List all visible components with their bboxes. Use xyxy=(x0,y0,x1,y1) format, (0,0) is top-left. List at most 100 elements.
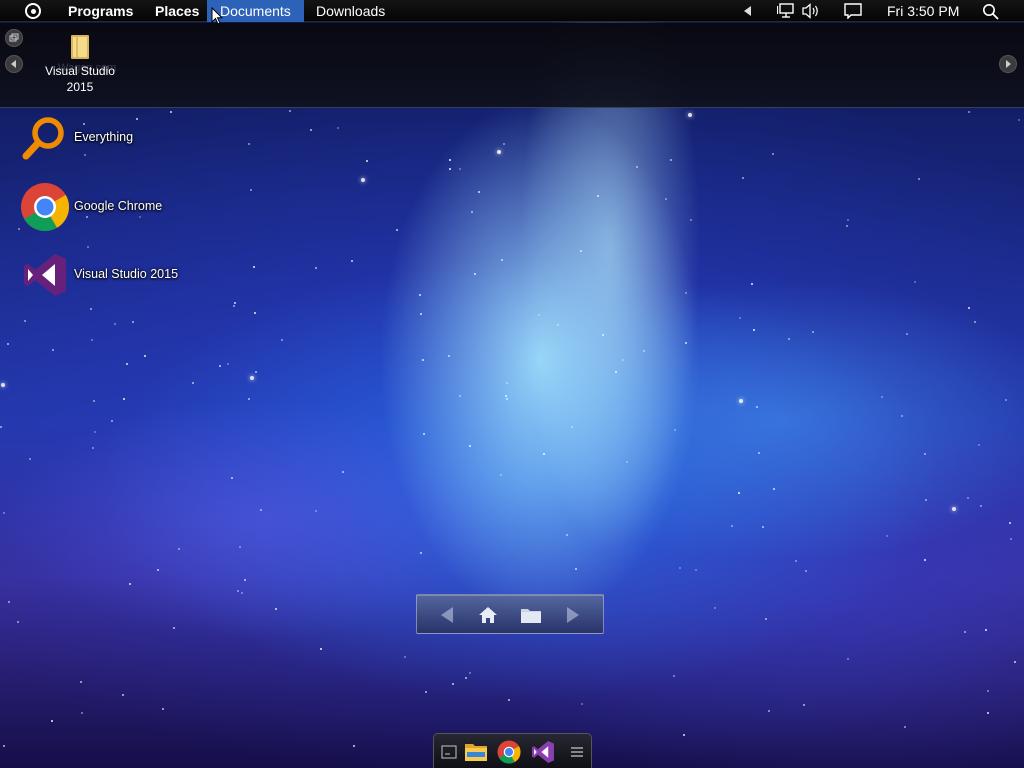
star xyxy=(881,396,883,398)
star xyxy=(3,512,5,514)
star xyxy=(1018,119,1020,121)
star xyxy=(234,302,236,304)
start-button-icon[interactable] xyxy=(25,3,41,19)
menu-downloads[interactable]: Downloads xyxy=(303,0,398,22)
star xyxy=(366,160,368,162)
scroll-right-icon[interactable] xyxy=(999,55,1017,73)
star xyxy=(449,159,451,161)
menu-icon[interactable] xyxy=(564,739,590,765)
scroll-left-icon[interactable] xyxy=(5,55,23,73)
star xyxy=(505,395,507,397)
desktop-icon-everything[interactable]: Everything xyxy=(22,116,133,162)
desktop-icon[interactable] xyxy=(436,739,462,765)
menu-programs[interactable]: Programs xyxy=(55,0,146,22)
everything-search-icon xyxy=(22,116,68,162)
star xyxy=(506,382,508,384)
star xyxy=(626,461,628,463)
desktop-icon-label: Everything xyxy=(74,130,134,144)
collapse-arrow-icon[interactable] xyxy=(743,3,753,19)
star xyxy=(423,433,425,435)
star xyxy=(924,559,926,561)
star xyxy=(904,726,906,728)
star xyxy=(51,720,53,722)
star xyxy=(351,260,353,262)
desktop-icon-label: Google Chrome xyxy=(74,199,163,213)
star xyxy=(465,677,467,679)
star xyxy=(788,338,790,340)
star xyxy=(87,246,89,248)
star xyxy=(420,313,422,315)
star xyxy=(967,497,969,499)
chrome-icon[interactable] xyxy=(496,739,522,765)
back-arrow-icon[interactable] xyxy=(435,603,459,627)
star xyxy=(1009,522,1011,524)
star xyxy=(538,314,540,316)
star xyxy=(275,608,277,610)
star xyxy=(683,734,685,736)
star xyxy=(501,259,503,261)
star xyxy=(396,229,398,231)
star xyxy=(1010,538,1012,540)
star xyxy=(987,712,989,714)
star xyxy=(1014,661,1016,663)
star xyxy=(452,683,454,685)
star xyxy=(231,477,233,479)
star xyxy=(978,444,980,446)
star xyxy=(773,488,775,490)
star xyxy=(575,568,577,570)
star xyxy=(254,312,256,314)
star xyxy=(255,371,257,373)
network-icon[interactable] xyxy=(776,3,796,19)
menu-places[interactable]: Places xyxy=(142,0,212,22)
star xyxy=(94,431,96,433)
star xyxy=(420,552,422,554)
star xyxy=(685,342,687,344)
star xyxy=(448,355,450,357)
visual-studio-icon xyxy=(22,252,68,298)
search-icon[interactable] xyxy=(981,3,999,20)
star xyxy=(469,672,471,674)
star xyxy=(581,703,583,705)
restore-window-icon[interactable] xyxy=(5,29,23,47)
bright-star xyxy=(952,507,956,511)
star xyxy=(459,395,461,397)
star xyxy=(469,445,471,447)
star xyxy=(1005,399,1007,401)
star xyxy=(751,283,753,285)
file-explorer-icon[interactable] xyxy=(463,739,489,765)
star xyxy=(762,526,764,528)
star xyxy=(253,266,255,268)
star xyxy=(674,429,676,431)
star xyxy=(714,607,716,609)
clock[interactable]: Fri 3:50 PM xyxy=(887,0,959,22)
star xyxy=(459,168,461,170)
star xyxy=(111,420,113,422)
star xyxy=(756,406,758,408)
desktop-icon-visual-studio[interactable]: Visual Studio 2015 xyxy=(22,252,178,298)
star xyxy=(906,333,908,335)
star xyxy=(571,426,573,428)
star xyxy=(753,329,755,331)
star xyxy=(918,178,920,180)
star xyxy=(178,548,180,550)
star xyxy=(615,371,617,373)
forward-arrow-icon[interactable] xyxy=(561,603,585,627)
top-menu-bar: Programs Places Documents Downloads Fri … xyxy=(0,0,1024,22)
star xyxy=(404,656,406,658)
folder-icon[interactable] xyxy=(519,603,543,627)
star xyxy=(425,691,427,693)
star xyxy=(597,195,599,197)
star xyxy=(846,225,848,227)
desktop-icon-chrome[interactable]: Google Chrome xyxy=(20,182,162,232)
star xyxy=(342,471,344,473)
star xyxy=(643,350,645,352)
visual-studio-icon[interactable] xyxy=(530,739,556,765)
action-center-icon[interactable] xyxy=(844,3,862,19)
star xyxy=(7,343,9,345)
desktop-icon-label: Visual Studio 2015 xyxy=(74,267,179,281)
volume-icon[interactable] xyxy=(801,3,821,19)
star xyxy=(123,398,125,400)
star xyxy=(122,694,124,696)
shelf-item-visual-studio-folder[interactable]: Visual Studio 2015 xyxy=(40,33,120,95)
home-icon[interactable] xyxy=(476,603,500,627)
